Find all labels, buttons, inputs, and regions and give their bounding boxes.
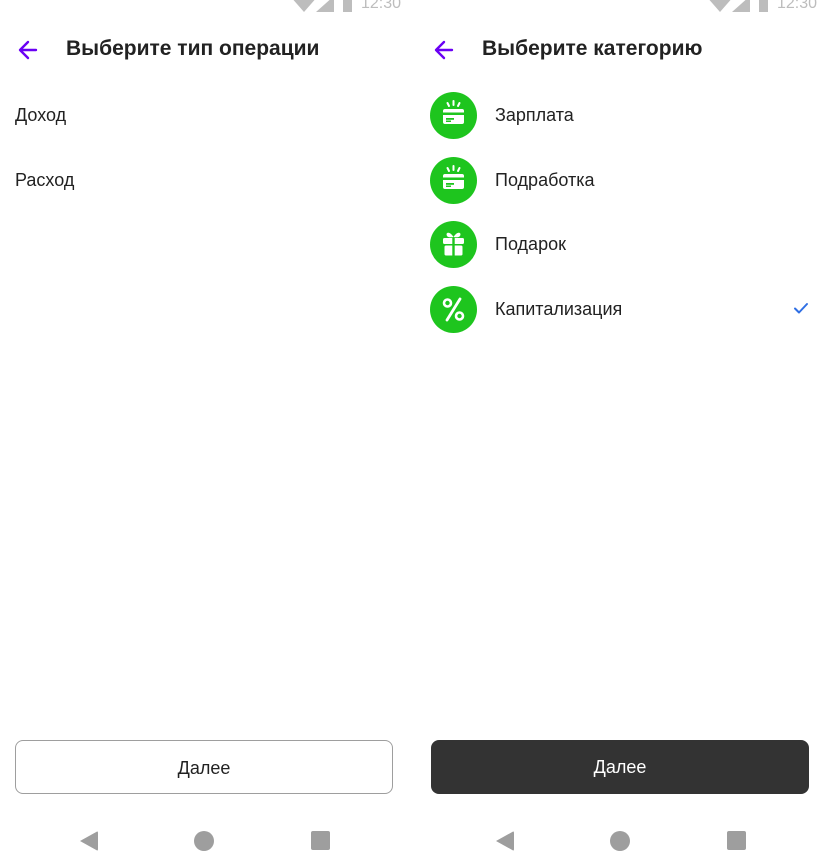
wifi-icon xyxy=(706,0,734,12)
next-button[interactable]: Далее xyxy=(431,740,809,794)
status-time: 12:30 xyxy=(777,0,818,12)
cell-signal-icon xyxy=(732,0,750,12)
list-item-label: Расход xyxy=(15,170,75,190)
list-item-label: Доход xyxy=(15,105,67,125)
cell-signal-icon xyxy=(316,0,334,12)
next-button[interactable]: Далее xyxy=(15,740,393,794)
category-label: Подработка xyxy=(495,170,595,190)
wifi-icon xyxy=(290,0,318,12)
category-label: Зарплата xyxy=(495,105,574,125)
back-triangle-icon[interactable] xyxy=(496,831,514,851)
list-item-income[interactable]: Доход xyxy=(0,89,411,141)
category-label: Подарок xyxy=(495,234,566,254)
app-bar: Выберите категорию xyxy=(416,28,822,72)
status-time: 12:30 xyxy=(361,0,402,12)
status-bar: 12:30 xyxy=(416,0,822,18)
back-arrow-icon[interactable] xyxy=(14,36,42,64)
category-item-salary[interactable]: Зарплата xyxy=(416,89,822,141)
home-circle-icon[interactable] xyxy=(610,831,630,851)
recents-square-icon[interactable] xyxy=(311,831,330,850)
percent-icon xyxy=(430,286,477,333)
recents-square-icon[interactable] xyxy=(727,831,746,850)
battery-icon xyxy=(759,0,768,12)
system-navigation-bar xyxy=(416,822,822,860)
page-title: Выберите категорию xyxy=(482,37,703,60)
app-bar: Выберите тип операции xyxy=(0,28,411,72)
page-title: Выберите тип операции xyxy=(66,37,320,60)
category-item-side-job[interactable]: Подработка xyxy=(416,154,822,206)
category-item-gift[interactable]: Подарок xyxy=(416,218,822,270)
operation-type-screen: 12:30 Выберите тип операции Доход Расход… xyxy=(0,0,411,860)
back-arrow-icon[interactable] xyxy=(430,36,458,64)
checkmark-icon xyxy=(792,299,810,317)
list-item-expense[interactable]: Расход xyxy=(0,154,411,206)
category-screen: 12:30 Выберите категорию Зарплата Подраб… xyxy=(416,0,822,860)
gift-icon xyxy=(430,221,477,268)
system-navigation-bar xyxy=(0,822,411,860)
status-bar: 12:30 xyxy=(0,0,411,18)
back-triangle-icon[interactable] xyxy=(80,831,98,851)
battery-icon xyxy=(343,0,352,12)
side-job-card-icon xyxy=(430,157,477,204)
salary-card-icon xyxy=(430,92,477,139)
category-item-capitalization[interactable]: Капитализация xyxy=(416,283,822,335)
home-circle-icon[interactable] xyxy=(194,831,214,851)
category-label: Капитализация xyxy=(495,299,623,319)
